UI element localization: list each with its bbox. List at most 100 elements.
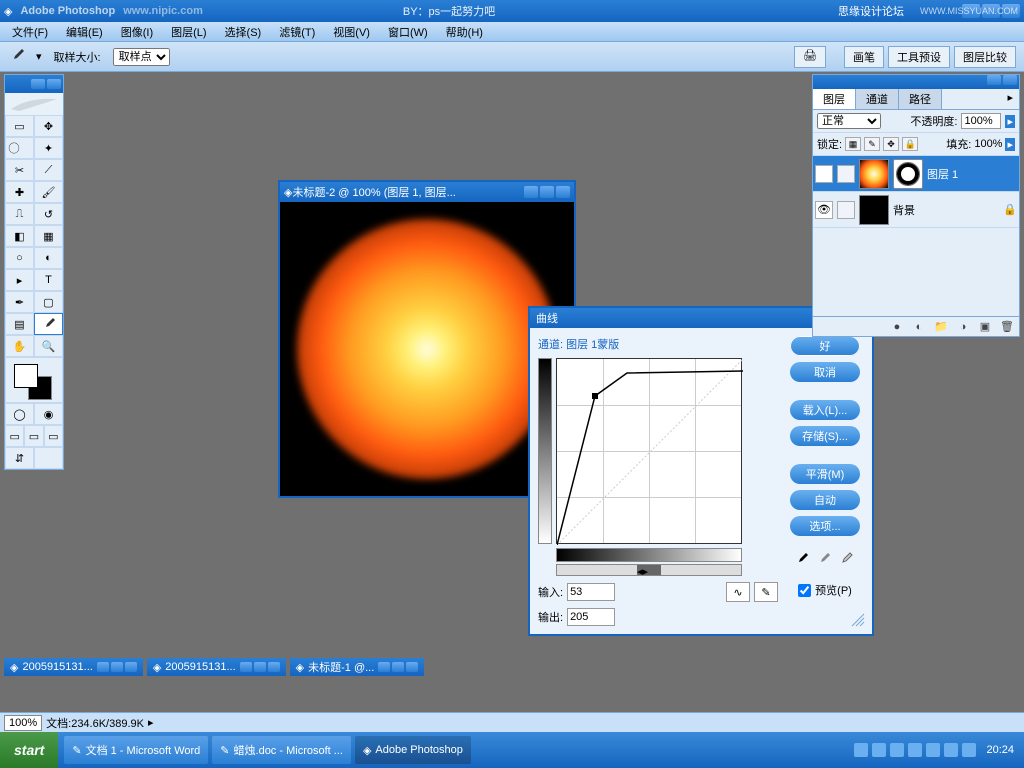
doc-maximize-icon[interactable] [540, 186, 554, 198]
panel-close-icon[interactable] [1003, 75, 1017, 85]
mask-thumbnail[interactable] [893, 159, 923, 189]
input-field[interactable] [567, 583, 615, 601]
pencil-mode-icon[interactable]: ✎ [754, 582, 778, 602]
menu-view[interactable]: 视图(V) [325, 22, 378, 42]
tab-brush[interactable]: 画笔 [844, 46, 884, 68]
jump-to-imageready[interactable]: ⇵ [5, 447, 34, 469]
dodge-tool[interactable]: ◐ [34, 247, 63, 269]
wand-tool[interactable]: ✦ [34, 137, 63, 159]
panel-header[interactable] [813, 75, 1019, 89]
taskbar-item[interactable]: ◈ Adobe Photoshop [355, 736, 471, 764]
pen-tool[interactable]: ✒ [5, 291, 34, 313]
color-swatches[interactable] [5, 357, 63, 403]
standard-mode[interactable]: ◯ [5, 403, 34, 425]
lasso-tool[interactable]: ⃝ [5, 137, 34, 159]
path-select-tool[interactable]: ▸ [5, 269, 34, 291]
toolbox-minimize-icon[interactable] [31, 79, 45, 89]
curves-dialog[interactable]: 曲线 ✕ 通道: 图层 1蒙版 [528, 306, 874, 636]
resize-grip-icon[interactable] [850, 612, 866, 628]
layer-set-icon[interactable]: 📁 [933, 320, 949, 334]
panel-menu-icon[interactable]: ▸ [1001, 89, 1019, 109]
screen-menubar[interactable]: ▭ [24, 425, 43, 447]
adjustment-layer-icon[interactable]: ◑ [955, 320, 971, 334]
menu-window[interactable]: 窗口(W) [380, 22, 436, 42]
gradient-tool[interactable]: ▦ [34, 225, 63, 247]
layer-thumbnail[interactable] [859, 159, 889, 189]
input-scroll[interactable]: ◂▸ [556, 564, 742, 576]
load-button[interactable]: 载入(L)... [790, 400, 860, 420]
smooth-button[interactable]: 平滑(M) [790, 464, 860, 484]
menu-select[interactable]: 选择(S) [217, 22, 270, 42]
system-tray[interactable]: 20:24 [844, 732, 1024, 768]
curve-mode-icon[interactable]: ∿ [726, 582, 750, 602]
slice-tool[interactable]: ⟋ [34, 159, 63, 181]
toolbox-close-icon[interactable] [47, 79, 61, 89]
layer-row[interactable]: 👁 图层 1 [813, 156, 1019, 192]
black-point-dropper-icon[interactable] [795, 552, 811, 568]
menu-edit[interactable]: 编辑(E) [58, 22, 111, 42]
status-arrow-icon[interactable]: ▸ [148, 716, 154, 729]
menu-image[interactable]: 图像(I) [113, 22, 161, 42]
output-field[interactable] [567, 608, 615, 626]
fill-field[interactable]: 100% [974, 138, 1002, 150]
eraser-tool[interactable]: ◧ [5, 225, 34, 247]
tab-channels[interactable]: 通道 [856, 89, 899, 109]
toolbox-header[interactable] [5, 75, 63, 93]
sample-size-select[interactable]: 取样点 [113, 48, 170, 66]
tab-paths[interactable]: 路径 [899, 89, 942, 109]
doc-tab[interactable]: ◈ 2005915131... [4, 658, 143, 676]
save-button[interactable]: 存储(S)... [790, 426, 860, 446]
start-button[interactable]: start [0, 732, 58, 768]
channel-value[interactable]: 图层 1蒙版 [566, 339, 619, 351]
new-layer-icon[interactable]: ▣ [977, 320, 993, 334]
taskbar-item[interactable]: ✎ 文档 1 - Microsoft Word [64, 736, 208, 764]
eyedropper-tool-icon[interactable] [8, 47, 28, 67]
quickmask-mode[interactable]: ◉ [34, 403, 63, 425]
doc-tab[interactable]: ◈ 2005915131... [147, 658, 286, 676]
link-cell[interactable] [837, 165, 855, 183]
foreground-color[interactable] [14, 364, 38, 388]
delete-layer-icon[interactable]: 🗑 [999, 320, 1015, 334]
layer-mask-icon[interactable]: ◐ [911, 320, 927, 334]
zoom-tool[interactable]: 🔍 [34, 335, 63, 357]
preview-checkbox[interactable] [798, 584, 811, 597]
fill-arrow-icon[interactable]: ▸ [1005, 138, 1015, 151]
tab-tool-preset[interactable]: 工具预设 [888, 46, 950, 68]
lock-all-icon[interactable]: 🔒 [902, 137, 918, 151]
type-tool[interactable]: T [34, 269, 63, 291]
notes-tool[interactable]: ▤ [5, 313, 34, 335]
brush-tool[interactable]: 🖌 [34, 181, 63, 203]
menu-help[interactable]: 帮助(H) [438, 22, 491, 42]
tray-icon[interactable] [944, 743, 958, 757]
history-brush-tool[interactable]: ↺ [34, 203, 63, 225]
doc-minimize-icon[interactable] [524, 186, 538, 198]
stamp-tool[interactable]: ⎍ [5, 203, 34, 225]
shape-tool[interactable]: ▢ [34, 291, 63, 313]
opacity-arrow-icon[interactable]: ▸ [1005, 115, 1015, 128]
menu-filter[interactable]: 滤镜(T) [271, 22, 323, 42]
taskbar-item[interactable]: ✎ 蜡烛.doc - Microsoft ... [212, 736, 351, 764]
visibility-icon[interactable]: 👁 [815, 165, 833, 183]
layer-style-icon[interactable]: ● [889, 320, 905, 334]
blur-tool[interactable]: ○ [5, 247, 34, 269]
doc-tab[interactable]: ◈ 未标题-1 @... [290, 658, 425, 676]
blend-mode-select[interactable]: 正常 [817, 113, 881, 129]
link-cell[interactable] [837, 201, 855, 219]
menu-layer[interactable]: 图层(L) [163, 22, 214, 42]
eyedropper-tool[interactable] [34, 313, 63, 335]
doc-close-icon[interactable] [556, 186, 570, 198]
tray-icon[interactable] [908, 743, 922, 757]
visibility-icon[interactable]: 👁 [815, 201, 833, 219]
screen-full[interactable]: ▭ [44, 425, 63, 447]
ok-button[interactable]: 好 [790, 336, 860, 356]
options-button[interactable]: 选项... [790, 516, 860, 536]
clock[interactable]: 20:24 [986, 744, 1014, 756]
file-browser-icon[interactable]: 🖨 [794, 46, 826, 68]
tray-icon[interactable] [890, 743, 904, 757]
opacity-field[interactable]: 100% [961, 113, 1001, 129]
menu-file[interactable]: 文件(F) [4, 22, 56, 42]
tray-icon[interactable] [962, 743, 976, 757]
crop-tool[interactable]: ✂ [5, 159, 34, 181]
marquee-tool[interactable]: ▭ [5, 115, 34, 137]
tray-icon[interactable] [854, 743, 868, 757]
